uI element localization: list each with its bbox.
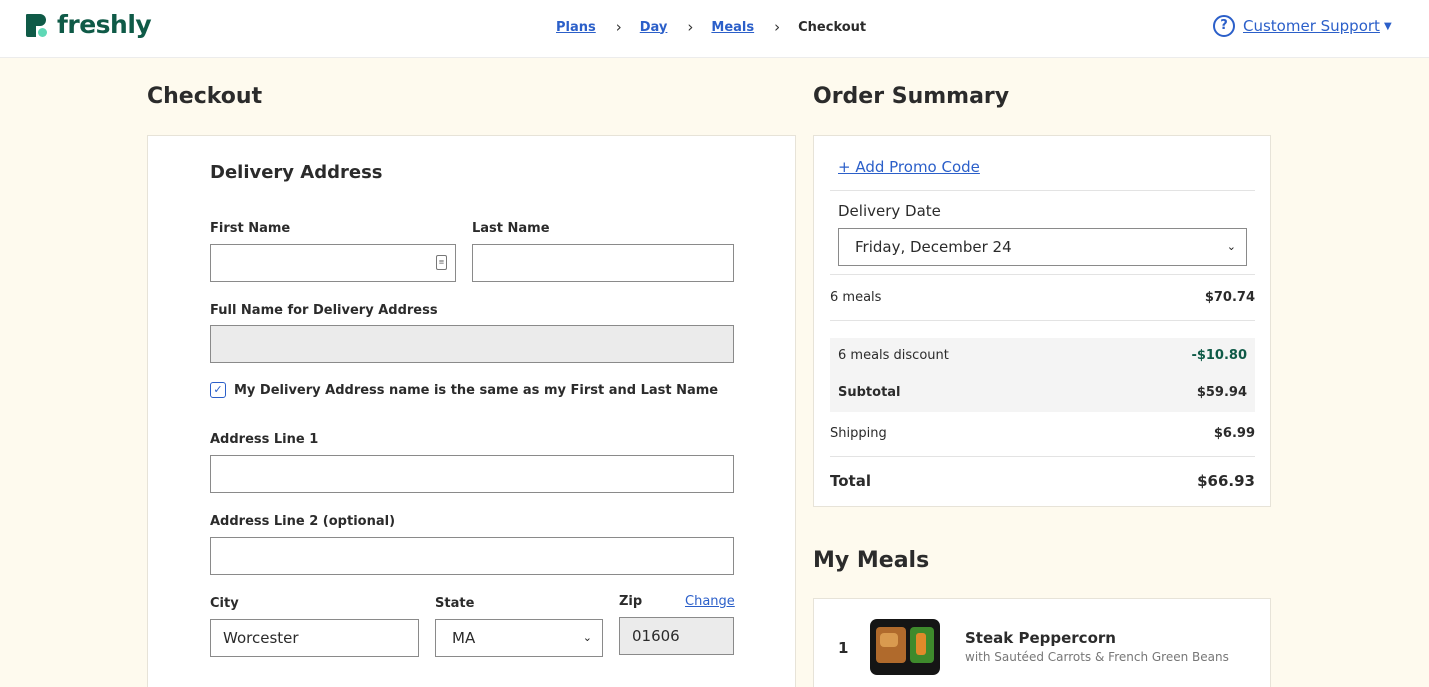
total-row: Total $66.93: [830, 472, 1255, 490]
add-promo-code-link[interactable]: + Add Promo Code: [838, 158, 980, 176]
delivery-date-selected-value: Friday, December 24: [855, 238, 1012, 256]
help-circle-icon: ?: [1213, 15, 1235, 37]
chevron-right-icon: ›: [774, 18, 781, 36]
freshly-logo[interactable]: freshly: [26, 10, 152, 39]
chevron-down-icon: ⌄: [582, 631, 592, 644]
meals-price-row: 6 meals $70.74: [830, 290, 1255, 305]
breadcrumb-meals-link[interactable]: Meals: [711, 20, 754, 35]
same-name-checkbox-row[interactable]: ✓ My Delivery Address name is the same a…: [210, 382, 718, 398]
state-label: State: [435, 596, 475, 611]
address-line-1-input[interactable]: [210, 455, 734, 493]
full-name-label: Full Name for Delivery Address: [210, 303, 438, 318]
address-line-2-label: Address Line 2 (optional): [210, 514, 396, 529]
zip-label: Zip: [619, 594, 643, 609]
city-input[interactable]: Worcester: [210, 619, 419, 657]
delivery-address-title: Delivery Address: [210, 162, 383, 183]
address-line-2-input[interactable]: [210, 537, 734, 575]
meals-price-value: $70.74: [1204, 290, 1255, 305]
delivery-date-select[interactable]: Friday, December 24 ⌄: [838, 228, 1247, 266]
meal-name: Steak Peppercorn: [965, 629, 1116, 647]
divider: [830, 274, 1255, 275]
shipping-label: Shipping: [830, 426, 887, 441]
divider: [830, 190, 1255, 191]
same-name-label: My Delivery Address name is the same as …: [234, 382, 719, 398]
state-select[interactable]: MA ⌄: [435, 619, 603, 657]
delivery-date-label: Delivery Date: [838, 202, 941, 220]
shipping-row: Shipping $6.99: [830, 426, 1255, 441]
city-label: City: [210, 596, 239, 611]
discount-label: 6 meals discount: [838, 348, 949, 363]
meal-subtitle: with Sautéed Carrots & French Green Bean…: [965, 650, 1229, 664]
state-selected-value: MA: [452, 629, 476, 647]
delivery-address-panel: Delivery Address First Name ≡ Last Name …: [147, 135, 796, 687]
last-name-label: Last Name: [472, 221, 550, 236]
last-name-input[interactable]: [472, 244, 734, 282]
total-label: Total: [830, 472, 871, 490]
order-summary-title: Order Summary: [813, 84, 1010, 109]
chevron-down-icon: ⌄: [1226, 240, 1236, 253]
discount-subtotal-box: 6 meals discount -$10.80 Subtotal $59.94: [830, 338, 1255, 412]
subtotal-label: Subtotal: [838, 385, 901, 400]
discount-value: -$10.80: [1191, 348, 1247, 363]
breadcrumb-current: Checkout: [798, 19, 867, 35]
breadcrumb-plans-link[interactable]: Plans: [556, 20, 596, 35]
address-line-1-label: Address Line 1: [210, 432, 319, 447]
subtotal-value: $59.94: [1196, 385, 1247, 400]
discount-row: 6 meals discount -$10.80: [838, 348, 1247, 363]
checkbox-checked-icon[interactable]: ✓: [210, 382, 226, 398]
total-value: $66.93: [1197, 472, 1255, 490]
top-header: freshly Plans › Day › Meals › Checkout ?…: [0, 0, 1429, 58]
my-meals-title: My Meals: [813, 548, 930, 573]
shipping-value: $6.99: [1213, 426, 1255, 441]
divider: [830, 456, 1255, 457]
customer-support-label: Customer Support: [1243, 17, 1380, 35]
caret-down-icon: ▼: [1383, 20, 1392, 32]
chevron-right-icon: ›: [687, 18, 694, 36]
first-name-input[interactable]: [210, 244, 456, 282]
customer-support-menu[interactable]: ? Customer Support ▼: [1213, 15, 1392, 37]
meal-quantity: 1: [838, 639, 849, 657]
divider: [830, 320, 1255, 321]
order-summary-panel: + Add Promo Code Delivery Date Friday, D…: [813, 135, 1271, 507]
list-item[interactable]: 1 Steak Peppercorn with Sautéed Carrots …: [813, 598, 1271, 687]
meals-count-label: 6 meals: [830, 290, 882, 305]
subtotal-row: Subtotal $59.94: [838, 385, 1247, 400]
first-name-label: First Name: [210, 221, 291, 236]
checkout-title: Checkout: [147, 84, 263, 109]
freshly-logo-mark-icon: [26, 13, 48, 37]
breadcrumb: Plans › Day › Meals › Checkout: [556, 18, 866, 36]
zip-change-link[interactable]: Change: [685, 594, 735, 609]
logo-wordmark: freshly: [57, 10, 152, 39]
breadcrumb-day-link[interactable]: Day: [640, 20, 668, 35]
contact-card-icon[interactable]: ≡: [436, 255, 447, 270]
meal-thumbnail: [870, 619, 940, 675]
chevron-right-icon: ›: [615, 18, 622, 36]
zip-input[interactable]: 01606: [619, 617, 734, 655]
full-name-input[interactable]: [210, 325, 734, 363]
